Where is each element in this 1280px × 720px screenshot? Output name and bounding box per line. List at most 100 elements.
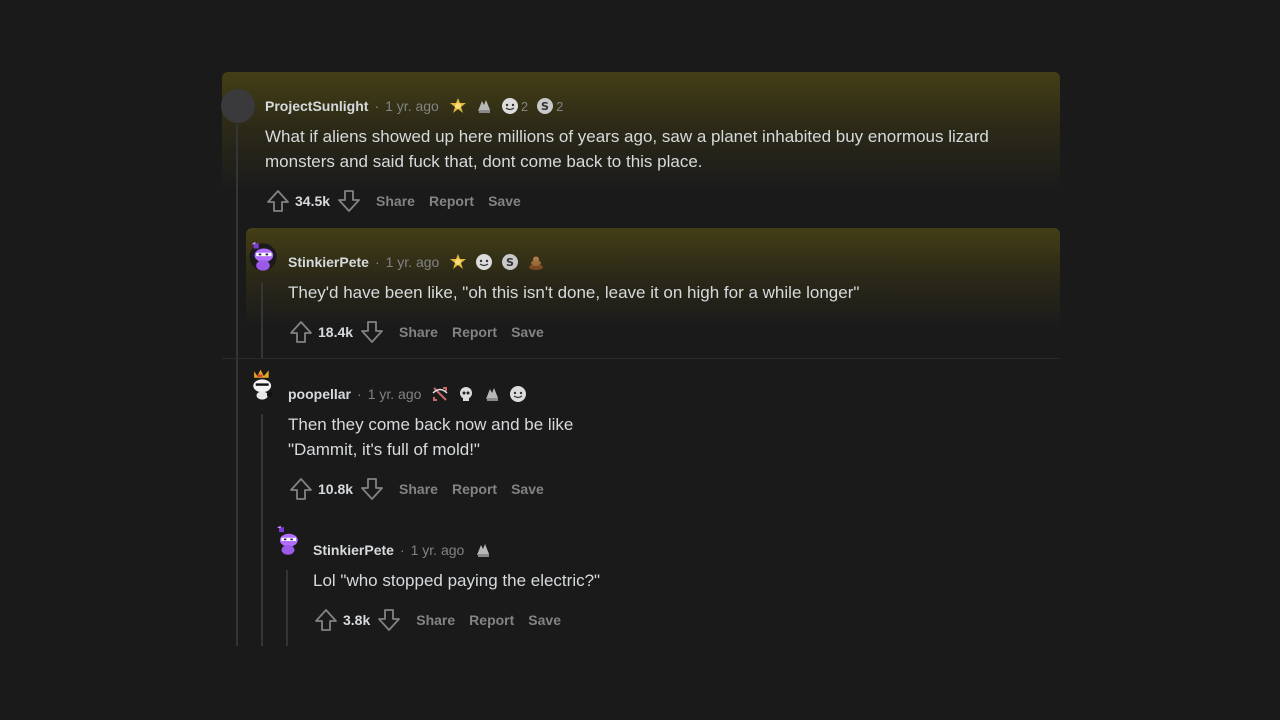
award[interactable] [449, 97, 467, 115]
upvote-button[interactable] [265, 188, 291, 214]
downvote-arrow-icon [378, 609, 401, 631]
silver-hands-award-icon [477, 100, 490, 113]
skull-award-icon [460, 387, 473, 401]
downvote-button[interactable] [336, 188, 362, 214]
comment-body: They'd have been like, "oh this isn't do… [288, 280, 1048, 305]
award-count: 2 [520, 98, 529, 114]
comment-text: They'd have been like, "oh this isn't do… [288, 283, 860, 302]
username[interactable]: poopellar [288, 386, 351, 402]
comment-text: monsters and said fuck that, dont come b… [265, 152, 703, 171]
vote-score: 3.8k [343, 612, 371, 628]
upvote-button[interactable] [288, 319, 314, 345]
snoo-avatar[interactable] [271, 524, 305, 558]
username[interactable]: StinkierPete [313, 542, 394, 558]
awards[interactable] [474, 541, 492, 559]
snoo-avatar[interactable] [246, 240, 280, 274]
vote-score: 34.5k [295, 193, 331, 209]
snoo-avatar[interactable] [246, 368, 280, 402]
comment: poopellar · 1 yr. ago Then they come bac… [288, 382, 1048, 502]
award[interactable]: S [501, 253, 519, 271]
thread-line[interactable] [286, 570, 288, 646]
thread-line[interactable] [261, 282, 263, 358]
timestamp[interactable]: 1 yr. ago [385, 98, 439, 114]
comment-text: Then they come back now and be like [288, 415, 574, 434]
comment-body: What if aliens showed up here millions o… [265, 124, 1055, 174]
separator-dot: · [374, 254, 380, 270]
upvote-arrow-icon [290, 321, 312, 343]
report-button[interactable]: Report [429, 193, 474, 209]
comment-header: StinkierPete · 1 yr. ago S [288, 250, 1048, 274]
report-button[interactable]: Report [452, 324, 497, 340]
comment-actions: 10.8k Share Report Save [288, 476, 1048, 502]
upvote-button[interactable] [288, 476, 314, 502]
thread-line[interactable] [261, 414, 263, 646]
award[interactable]: S 2 [536, 97, 563, 115]
awards[interactable]: 2 S 2 [449, 97, 563, 115]
username[interactable]: StinkierPete [288, 254, 369, 270]
silver-hands-award-icon [486, 388, 499, 401]
awards[interactable] [431, 385, 527, 403]
poop-award-icon [529, 256, 544, 270]
share-button[interactable]: Share [416, 612, 455, 628]
gold-award-icon [450, 254, 467, 269]
comment: StinkierPete · 1 yr. ago S They'd have b… [288, 250, 1048, 345]
comment-header: StinkierPete · 1 yr. ago [313, 538, 1053, 562]
separator-dot: · [357, 386, 362, 402]
award[interactable]: 2 [501, 97, 528, 115]
downvote-button[interactable] [376, 607, 402, 633]
save-button[interactable]: Save [528, 612, 561, 628]
award[interactable] [483, 385, 501, 403]
award[interactable] [449, 253, 467, 271]
gold-award-icon [449, 98, 466, 113]
upvote-arrow-icon [315, 609, 337, 631]
share-button[interactable]: Share [399, 481, 438, 497]
thread-line[interactable] [236, 124, 238, 646]
comment-actions: 34.5k Share Report Save [265, 188, 1055, 214]
wholesome-award-icon [501, 98, 518, 114]
timestamp[interactable]: 1 yr. ago [386, 254, 440, 270]
downvote-button[interactable] [359, 476, 385, 502]
timestamp[interactable]: 1 yr. ago [411, 542, 465, 558]
comment-thread: ProjectSunlight · 1 yr. ago 2 S 2 What i… [0, 0, 1280, 720]
silver-award-icon: S [537, 98, 554, 114]
save-button[interactable]: Save [488, 193, 521, 209]
save-button[interactable]: Save [511, 324, 544, 340]
award[interactable] [431, 385, 449, 403]
report-button[interactable]: Report [469, 612, 514, 628]
downvote-button[interactable] [359, 319, 385, 345]
silver-hands-award-icon [477, 544, 490, 557]
award[interactable] [475, 97, 493, 115]
comment-actions: 18.4k Share Report Save [288, 319, 1048, 345]
award[interactable] [509, 385, 527, 403]
comment: StinkierPete · 1 yr. ago Lol "who stoppe… [313, 538, 1053, 633]
comment-body: Then they come back now and be like "Dam… [288, 412, 1048, 462]
timestamp[interactable]: 1 yr. ago [368, 386, 422, 402]
avatar[interactable] [221, 89, 255, 123]
svg-text:S: S [541, 100, 549, 113]
award[interactable] [457, 385, 475, 403]
comment: ProjectSunlight · 1 yr. ago 2 S 2 What i… [265, 94, 1055, 214]
award-count: 2 [556, 98, 564, 114]
comment-text: "Dammit, it's full of mold!" [288, 440, 480, 459]
upvote-arrow-icon [267, 190, 289, 212]
comment-actions: 3.8k Share Report Save [313, 607, 1053, 633]
share-button[interactable]: Share [376, 193, 415, 209]
comment-text: What if aliens showed up here millions o… [265, 127, 989, 146]
downvote-arrow-icon [361, 478, 383, 500]
downvote-arrow-icon [338, 190, 360, 212]
award[interactable] [527, 253, 545, 271]
save-button[interactable]: Save [511, 481, 544, 497]
separator-dot: · [374, 98, 380, 114]
username[interactable]: ProjectSunlight [265, 98, 368, 114]
comment-body: Lol "who stopped paying the electric?" [313, 568, 1053, 593]
upvote-button[interactable] [313, 607, 339, 633]
awards[interactable]: S [449, 253, 545, 271]
separator-dot: · [399, 542, 405, 558]
share-button[interactable]: Share [399, 324, 438, 340]
wholesome-award-icon [476, 254, 493, 270]
award[interactable] [475, 253, 493, 271]
comment-header: ProjectSunlight · 1 yr. ago 2 S 2 [265, 94, 1055, 118]
report-button[interactable]: Report [452, 481, 497, 497]
award[interactable] [474, 541, 492, 559]
upvote-arrow-icon [290, 478, 312, 500]
